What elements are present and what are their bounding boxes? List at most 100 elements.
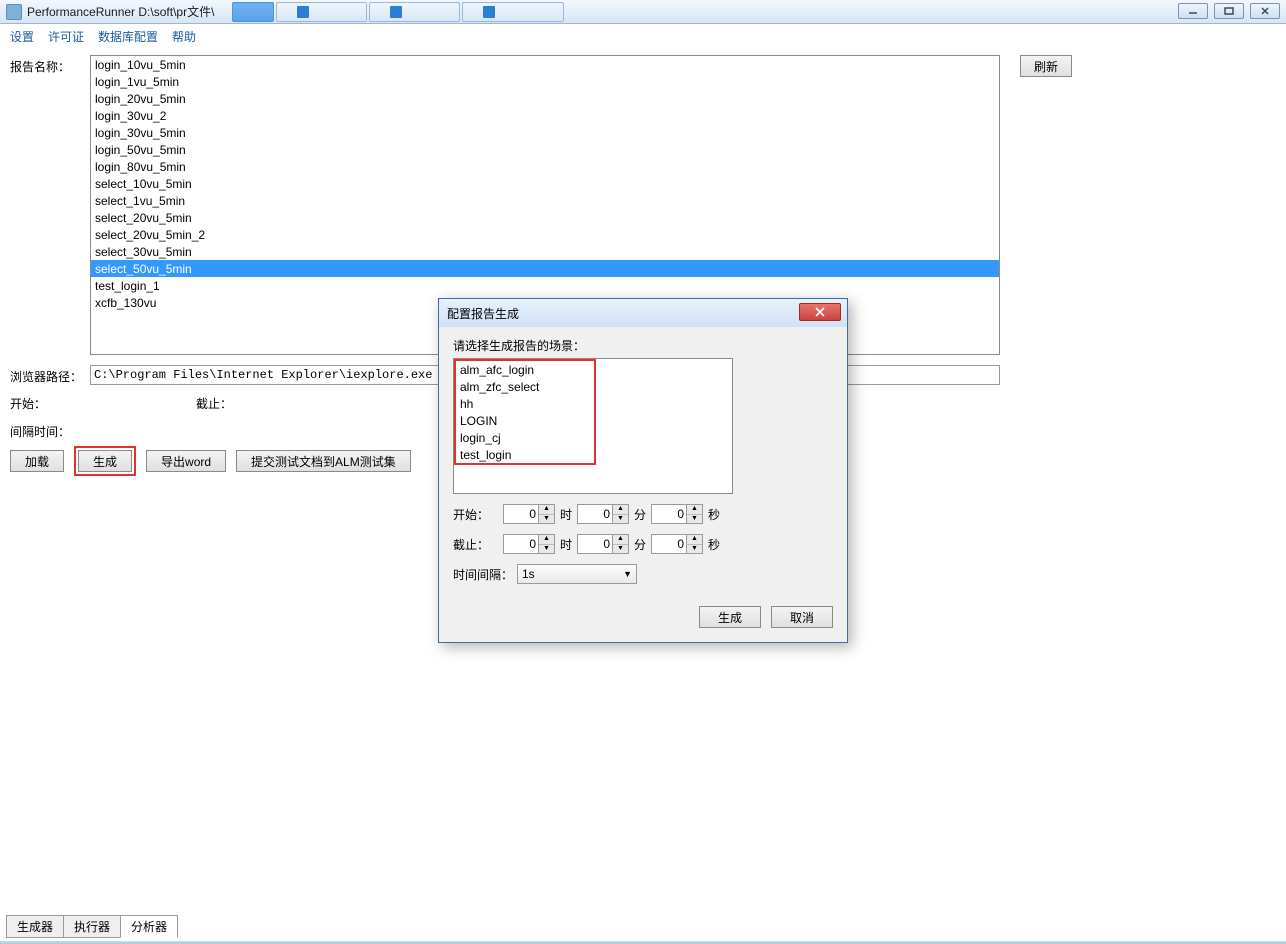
scene-list-highlight: alm_afc_loginalm_zfc_selecthhLOGINlogin_… bbox=[454, 359, 596, 465]
submit-alm-button[interactable]: 提交测试文档到ALM测试集 bbox=[236, 450, 411, 472]
down-arrow-icon[interactable]: ▼ bbox=[539, 545, 554, 554]
end-hour-input[interactable] bbox=[504, 535, 538, 553]
scene-list-item[interactable]: alm_afc_login bbox=[456, 361, 594, 378]
report-list-item[interactable]: login_80vu_5min bbox=[91, 158, 999, 175]
interval-value: 1s bbox=[522, 567, 535, 581]
scene-prompt: 请选择生成报告的场景： bbox=[453, 337, 833, 354]
start-second-input[interactable] bbox=[652, 505, 686, 523]
window-controls bbox=[1178, 3, 1280, 19]
dialog-close-button[interactable] bbox=[799, 303, 841, 321]
report-list-item[interactable]: test_login_1 bbox=[91, 277, 999, 294]
down-arrow-icon[interactable]: ▼ bbox=[687, 515, 702, 524]
doc-icon bbox=[390, 6, 402, 18]
report-list-item[interactable]: login_1vu_5min bbox=[91, 73, 999, 90]
highlight-generate: 生成 bbox=[74, 446, 136, 476]
scene-list[interactable]: alm_afc_loginalm_zfc_selecthhLOGINlogin_… bbox=[453, 358, 733, 494]
interval-select-row: 时间间隔： 1s ▼ bbox=[453, 564, 833, 584]
hour-unit: 时 bbox=[559, 536, 573, 553]
menubar: 设置 许可证 数据库配置 帮助 bbox=[0, 24, 1286, 48]
end-hour-spinner[interactable]: ▲▼ bbox=[503, 534, 555, 554]
scene-list-item[interactable]: login_cj bbox=[456, 429, 594, 446]
tab-generator[interactable]: 生成器 bbox=[6, 915, 64, 938]
down-arrow-icon[interactable]: ▼ bbox=[687, 545, 702, 554]
chevron-down-icon: ▼ bbox=[623, 569, 632, 579]
down-arrow-icon[interactable]: ▼ bbox=[613, 515, 628, 524]
taskbar-item-1[interactable] bbox=[276, 2, 367, 22]
report-list-item[interactable]: select_10vu_5min bbox=[91, 175, 999, 192]
menu-help[interactable]: 帮助 bbox=[172, 28, 196, 45]
end-time-row: 截止： ▲▼ 时 ▲▼ 分 ▲▼ 秒 bbox=[453, 534, 833, 554]
end-second-spinner[interactable]: ▲▼ bbox=[651, 534, 703, 554]
interval-label: 间隔时间： bbox=[10, 420, 90, 440]
report-list-item[interactable]: login_10vu_5min bbox=[91, 56, 999, 73]
menu-settings[interactable]: 设置 bbox=[10, 28, 34, 45]
up-arrow-icon[interactable]: ▲ bbox=[687, 505, 702, 515]
scene-list-item[interactable]: test_login bbox=[456, 446, 594, 463]
start-label: 开始： bbox=[10, 395, 46, 412]
refresh-button[interactable]: 刷新 bbox=[1020, 55, 1072, 77]
generate-button[interactable]: 生成 bbox=[78, 450, 132, 472]
report-list-item[interactable]: select_20vu_5min bbox=[91, 209, 999, 226]
taskbar-item-active[interactable] bbox=[232, 2, 274, 22]
tab-executor[interactable]: 执行器 bbox=[63, 915, 121, 938]
report-name-label: 报告名称： bbox=[10, 55, 90, 75]
up-arrow-icon[interactable]: ▲ bbox=[539, 535, 554, 545]
scene-list-item[interactable]: LOGIN bbox=[456, 412, 594, 429]
up-arrow-icon[interactable]: ▲ bbox=[613, 505, 628, 515]
report-list-item[interactable]: select_30vu_5min bbox=[91, 243, 999, 260]
up-arrow-icon[interactable]: ▲ bbox=[687, 535, 702, 545]
menu-license[interactable]: 许可证 bbox=[48, 28, 84, 45]
minimize-button[interactable] bbox=[1178, 3, 1208, 19]
browser-path-label: 浏览器路径： bbox=[10, 365, 90, 385]
second-unit: 秒 bbox=[707, 536, 721, 553]
minute-unit: 分 bbox=[633, 506, 647, 523]
report-list-item[interactable]: login_30vu_5min bbox=[91, 124, 999, 141]
minute-unit: 分 bbox=[633, 536, 647, 553]
doc-icon bbox=[483, 6, 495, 18]
config-report-dialog: 配置报告生成 请选择生成报告的场景： alm_afc_loginalm_zfc_… bbox=[438, 298, 848, 643]
down-arrow-icon[interactable]: ▼ bbox=[539, 515, 554, 524]
maximize-button[interactable] bbox=[1214, 3, 1244, 19]
titlebar: PerformanceRunner D:\soft\pr文件\ bbox=[0, 0, 1286, 24]
scene-list-item[interactable]: alm_zfc_select bbox=[456, 378, 594, 395]
report-list-item[interactable]: login_50vu_5min bbox=[91, 141, 999, 158]
taskbar-item-2[interactable] bbox=[369, 2, 460, 22]
app-icon bbox=[6, 4, 22, 20]
export-word-button[interactable]: 导出word bbox=[146, 450, 226, 472]
up-arrow-icon[interactable]: ▲ bbox=[613, 535, 628, 545]
dialog-interval-label: 时间间隔： bbox=[453, 566, 513, 583]
report-list-item[interactable]: select_1vu_5min bbox=[91, 192, 999, 209]
end-label: 截止： bbox=[196, 395, 232, 412]
taskbar-item-3[interactable] bbox=[462, 2, 565, 22]
bottom-tabs: 生成器 执行器 分析器 bbox=[6, 915, 177, 938]
report-list-item[interactable]: select_20vu_5min_2 bbox=[91, 226, 999, 243]
start-hour-spinner[interactable]: ▲▼ bbox=[503, 504, 555, 524]
interval-combobox[interactable]: 1s ▼ bbox=[517, 564, 637, 584]
tab-analyzer[interactable]: 分析器 bbox=[120, 915, 178, 938]
report-list-item[interactable]: login_20vu_5min bbox=[91, 90, 999, 107]
close-button[interactable] bbox=[1250, 3, 1280, 19]
up-arrow-icon[interactable]: ▲ bbox=[539, 505, 554, 515]
start-time-row: 开始： ▲▼ 时 ▲▼ 分 ▲▼ 秒 bbox=[453, 504, 833, 524]
start-minute-spinner[interactable]: ▲▼ bbox=[577, 504, 629, 524]
hour-unit: 时 bbox=[559, 506, 573, 523]
end-second-input[interactable] bbox=[652, 535, 686, 553]
app-window: PerformanceRunner D:\soft\pr文件\ 设置 许可证 数… bbox=[0, 0, 1286, 944]
report-list-item[interactable]: login_30vu_2 bbox=[91, 107, 999, 124]
start-second-spinner[interactable]: ▲▼ bbox=[651, 504, 703, 524]
doc-icon bbox=[297, 6, 309, 18]
dialog-generate-button[interactable]: 生成 bbox=[699, 606, 761, 628]
app-title: PerformanceRunner D:\soft\pr文件\ bbox=[27, 3, 214, 20]
end-minute-input[interactable] bbox=[578, 535, 612, 553]
dialog-start-label: 开始： bbox=[453, 506, 499, 523]
scene-list-item[interactable]: hh bbox=[456, 395, 594, 412]
start-hour-input[interactable] bbox=[504, 505, 538, 523]
down-arrow-icon[interactable]: ▼ bbox=[613, 545, 628, 554]
end-minute-spinner[interactable]: ▲▼ bbox=[577, 534, 629, 554]
menu-dbconfig[interactable]: 数据库配置 bbox=[98, 28, 158, 45]
start-minute-input[interactable] bbox=[578, 505, 612, 523]
dialog-footer: 生成 取消 bbox=[439, 596, 847, 642]
load-button[interactable]: 加载 bbox=[10, 450, 64, 472]
dialog-cancel-button[interactable]: 取消 bbox=[771, 606, 833, 628]
report-list-item[interactable]: select_50vu_5min bbox=[91, 260, 999, 277]
